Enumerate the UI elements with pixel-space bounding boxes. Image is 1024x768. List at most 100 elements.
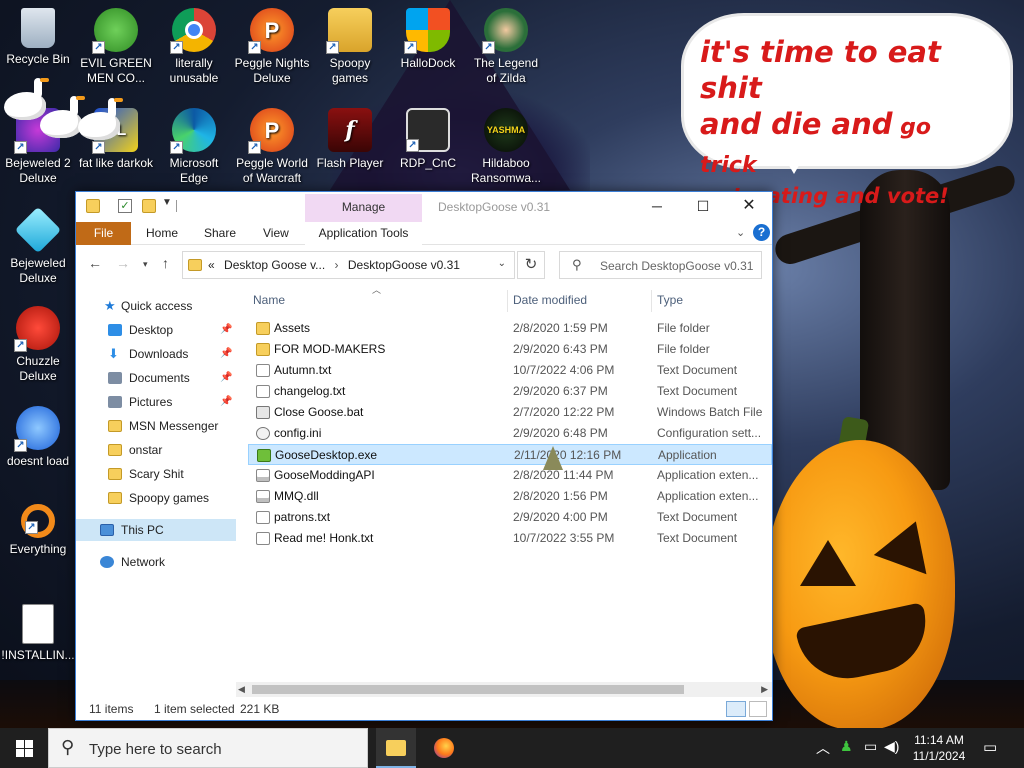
minimize-button[interactable]: ─ [634, 192, 680, 222]
desktop-icon-thunderbird[interactable]: ↗ doesnt load [0, 406, 76, 469]
file-row[interactable]: Assets 2/8/2020 1:59 PM File folder [248, 318, 772, 339]
horizontal-scrollbar[interactable]: ◀ ▶ [236, 682, 772, 697]
desktop-icon-installing[interactable]: !INSTALLIN... [0, 604, 76, 663]
taskbar-search-input[interactable]: ⚲ Type here to search [48, 728, 368, 768]
desktop-icon-recycle-bin[interactable]: Recycle Bin [0, 8, 76, 67]
file-type: Configuration sett... [657, 426, 762, 440]
details-view-button[interactable] [726, 701, 746, 717]
nav-item-quick-access[interactable]: ★ Quick access [76, 295, 236, 317]
forward-button[interactable]: → [116, 255, 130, 271]
title-bar[interactable]: ✓ ▼ Manage DesktopGoose v0.31 ─ ☐ ✕ [76, 192, 772, 223]
desktop-icon-spoopy-games[interactable]: ↗ Spoopy games [312, 8, 388, 86]
column-header-type[interactable]: Type [657, 293, 683, 307]
volume-icon[interactable]: ◀) [884, 738, 899, 755]
customize-toolbar-icon[interactable]: ▼ [162, 197, 176, 211]
toolbar-separator [176, 200, 177, 212]
clock[interactable]: 11:14 AM 11/1/2024 [910, 732, 968, 764]
file-row[interactable]: changelog.txt 2/9/2020 6:37 PM Text Docu… [248, 381, 772, 402]
file-row[interactable]: MMQ.dll 2/8/2020 1:56 PM Application ext… [248, 486, 772, 507]
shortcut-arrow-icon: ↗ [248, 141, 261, 154]
breadcrumb-item[interactable]: Desktop Goose v... [224, 258, 325, 272]
people-icon[interactable]: ♟ [840, 738, 853, 755]
file-row[interactable]: Close Goose.bat 2/7/2020 12:22 PM Window… [248, 402, 772, 423]
nav-item-downloads[interactable]: ⬇ Downloads 📌 [76, 343, 236, 365]
nav-item-documents[interactable]: Documents 📌 [76, 367, 236, 389]
scroll-left-icon[interactable]: ◀ [238, 682, 245, 697]
file-row-selected[interactable]: GooseDesktop.exe 2/11/2020 12:16 PM Appl… [248, 444, 772, 465]
start-button[interactable] [0, 728, 48, 768]
recent-locations-button[interactable]: ▾ [143, 259, 148, 270]
taskbar-file-explorer[interactable] [376, 728, 416, 768]
file-row[interactable]: patrons.txt 2/9/2020 4:00 PM Text Docume… [248, 507, 772, 528]
column-divider[interactable] [651, 290, 652, 312]
file-date: 2/7/2020 12:22 PM [513, 405, 615, 419]
tab-home[interactable]: Home [146, 222, 178, 245]
nav-item-desktop[interactable]: Desktop 📌 [76, 319, 236, 341]
bubble-line-2: and die and go trick [700, 106, 990, 184]
desktop-icon-peggle-nights[interactable]: P ↗ Peggle Nights Deluxe [234, 8, 310, 86]
nav-item-msn-messenger[interactable]: MSN Messenger [76, 415, 236, 437]
properties-icon[interactable]: ✓ [118, 199, 132, 213]
desktop-icon-label: Spoopy games [329, 56, 371, 85]
desktop-icon-evil-green-men[interactable]: ↗ EVIL GREEN MEN CO... [78, 8, 154, 86]
desktop-icon-everything[interactable]: ↗ Everything [0, 504, 76, 557]
nav-item-spoopy-games[interactable]: Spoopy games [76, 487, 236, 509]
file-row[interactable]: Autumn.txt 10/7/2022 4:06 PM Text Docume… [248, 360, 772, 381]
new-folder-icon[interactable] [142, 199, 156, 213]
column-header-date[interactable]: Date modified [513, 293, 587, 307]
nav-item-network[interactable]: Network [76, 551, 236, 573]
maximize-button[interactable]: ☐ [680, 192, 726, 222]
search-input[interactable]: ⚲ Search DesktopGoose v0.31 [559, 251, 762, 279]
file-row[interactable]: GooseModdingAPI 2/8/2020 11:44 PM Applic… [248, 465, 772, 486]
nav-label: Network [121, 555, 166, 569]
address-dropdown-icon[interactable]: ⌄ [498, 258, 506, 269]
pin-icon: 📌 [220, 372, 233, 383]
desktop-icon-hallodock[interactable]: ↗ HalloDock [390, 8, 466, 71]
file-row[interactable]: Read me! Honk.txt 10/7/2022 3:55 PM Text… [248, 528, 772, 549]
breadcrumb-chevron-icon[interactable]: › [335, 258, 339, 272]
desktop-icon-peggle-world-of-warcraft[interactable]: P ↗ Peggle World of Warcraft [234, 108, 310, 186]
up-button[interactable]: ↑ [162, 255, 169, 271]
breadcrumb-item[interactable]: DesktopGoose v0.31 [348, 258, 460, 272]
column-header-name[interactable]: Name [253, 293, 285, 307]
desktop-icon-bejeweled-deluxe[interactable]: Bejeweled Deluxe [0, 206, 76, 286]
desktop-icon-label: !INSTALLIN... [1, 648, 75, 662]
refresh-button[interactable]: ↻ [517, 251, 545, 279]
tab-application-tools[interactable]: Application Tools [305, 222, 422, 245]
column-divider[interactable] [507, 290, 508, 312]
close-button[interactable]: ✕ [726, 192, 772, 222]
nav-item-onstar[interactable]: onstar [76, 439, 236, 461]
desktop-icon-rdp-cnc[interactable]: ↗ RDP_CnC [390, 108, 466, 171]
back-button[interactable]: ← [88, 255, 102, 271]
desktop-icon-edge[interactable]: ↗ Microsoft Edge [156, 108, 232, 186]
taskbar-firefox[interactable] [424, 728, 464, 768]
nav-item-scary-shit[interactable]: Scary Shit [76, 463, 236, 485]
desktop-icon-chuzzle[interactable]: ↗ Chuzzle Deluxe [0, 306, 76, 384]
scroll-right-icon[interactable]: ▶ [761, 682, 768, 697]
file-row[interactable]: config.ini 2/9/2020 6:48 PM Configuratio… [248, 423, 772, 444]
desktop-icon-hildaboo[interactable]: YASHMA Hildaboo Ransomwa... [468, 108, 544, 186]
pumpkin-eye-left [800, 540, 856, 586]
manage-tab-header[interactable]: Manage [305, 194, 422, 223]
expand-ribbon-icon[interactable]: ⌄ [736, 226, 745, 239]
breadcrumb-overflow[interactable]: « [208, 258, 215, 272]
desktop-icon-legend-of-zilda[interactable]: ↗ The Legend of Zilda [468, 8, 544, 86]
tab-view[interactable]: View [263, 222, 289, 245]
desktop-icon-chrome[interactable]: ↗ literally unusable [156, 8, 232, 86]
explorer-window[interactable]: ✓ ▼ Manage DesktopGoose v0.31 ─ ☐ ✕ File… [75, 191, 773, 721]
desktop-icon-label: The Legend of Zilda [473, 56, 539, 85]
nav-item-this-pc[interactable]: This PC [76, 519, 236, 541]
tab-file[interactable]: File [76, 222, 131, 245]
address-bar[interactable]: « Desktop Goose v... › DesktopGoose v0.3… [182, 251, 515, 279]
nav-item-pictures[interactable]: Pictures 📌 [76, 391, 236, 413]
tab-share[interactable]: Share [204, 222, 236, 245]
network-icon[interactable]: ▭ [864, 738, 877, 755]
scrollbar-thumb[interactable] [252, 685, 684, 694]
notifications-icon[interactable]: ▭ [983, 738, 997, 756]
text-file-icon [256, 532, 270, 545]
file-row[interactable]: FOR MOD-MAKERS 2/9/2020 6:43 PM File fol… [248, 339, 772, 360]
desktop-icon-flash-player[interactable]: f Flash Player [312, 108, 388, 171]
help-icon[interactable]: ? [753, 224, 770, 241]
large-icons-view-button[interactable] [749, 701, 767, 717]
show-hidden-icons-icon[interactable]: ︿ [816, 738, 830, 758]
